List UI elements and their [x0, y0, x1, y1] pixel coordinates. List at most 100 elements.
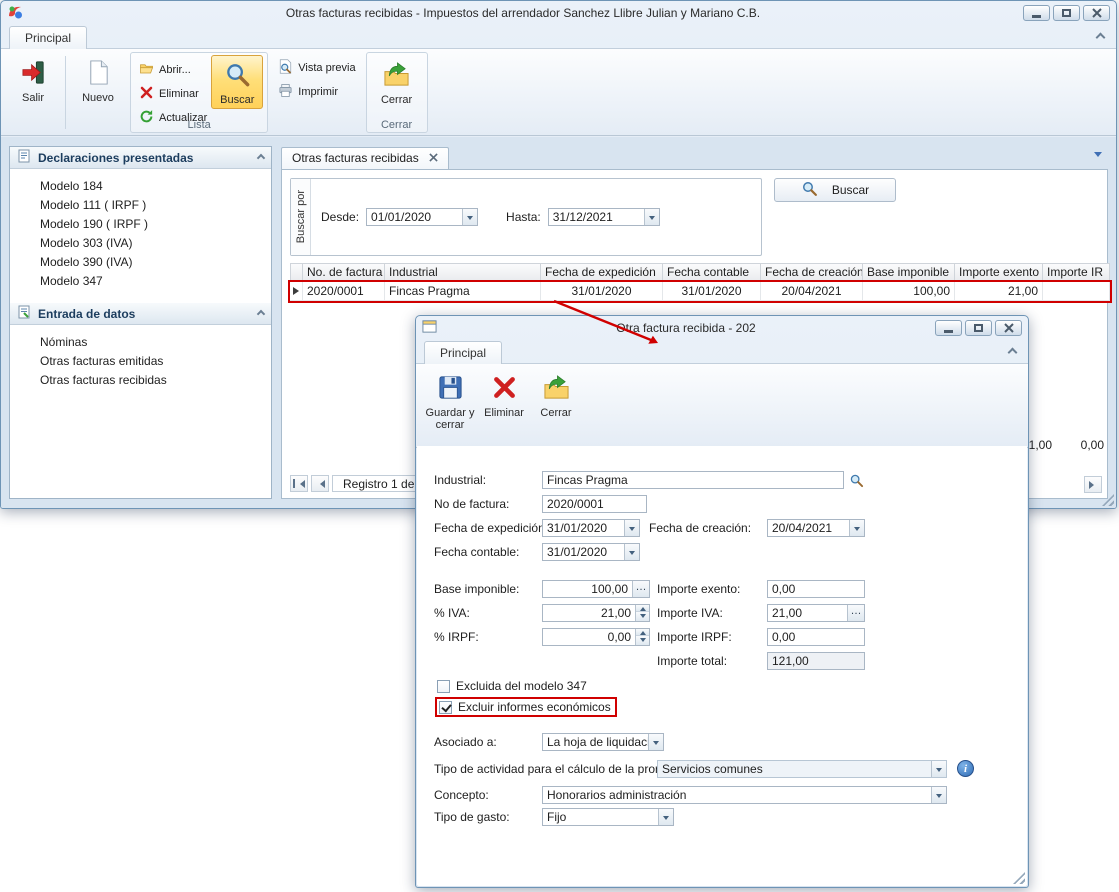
ellipsis-icon[interactable]: [847, 605, 864, 621]
ellipsis-icon[interactable]: [632, 581, 649, 597]
cell-fecha-contable[interactable]: 31/01/2020: [663, 282, 761, 301]
tab-list-dropdown-icon[interactable]: [1094, 152, 1102, 161]
cell-importe-exento[interactable]: 21,00: [955, 282, 1043, 301]
maximize-icon[interactable]: [965, 320, 992, 336]
sidebar-item-nominas[interactable]: Nóminas: [10, 333, 271, 352]
base-imponible-field[interactable]: 100,00: [542, 580, 650, 598]
column-header-industrial[interactable]: Industrial: [385, 263, 541, 282]
column-header-base-imponible[interactable]: Base imponible: [863, 263, 955, 282]
sidebar-item-otras-facturas-recibidas[interactable]: Otras facturas recibidas: [10, 371, 271, 390]
column-header-fecha-contable[interactable]: Fecha contable: [663, 263, 761, 282]
sidebar-section-declaraciones[interactable]: Declaraciones presentadas: [10, 147, 271, 169]
cell-fecha-expedicion[interactable]: 31/01/2020: [541, 282, 663, 301]
previous-record-button[interactable]: [311, 475, 329, 492]
imprimir-button[interactable]: Imprimir: [274, 82, 359, 102]
sidebar-item-modelo-390[interactable]: Modelo 390 (IVA): [10, 253, 271, 272]
cell-base-imponible[interactable]: 100,00: [863, 282, 955, 301]
chevron-down-icon[interactable]: [462, 209, 477, 225]
cerrar-label: Cerrar: [381, 94, 412, 106]
nuevo-button[interactable]: Nuevo: [72, 53, 124, 107]
main-window-title: Otras facturas recibidas - Impuestos del…: [29, 6, 1017, 20]
sidebar-item-modelo-184[interactable]: Modelo 184: [10, 177, 271, 196]
guardar-cerrar-button[interactable]: Guardar y cerrar: [422, 368, 478, 434]
fecha-creacion-combo[interactable]: 20/04/2021: [767, 519, 865, 537]
dialog-resize-grip[interactable]: [1013, 872, 1025, 884]
importe-irpf-field[interactable]: 0,00: [767, 628, 865, 646]
importe-exento-field[interactable]: 0,00: [767, 580, 865, 598]
ribbon-collapse-icon[interactable]: [1008, 348, 1018, 358]
column-header-no-factura[interactable]: No. de factura: [303, 263, 385, 282]
group-label-cerrar: Cerrar: [367, 119, 427, 131]
chevron-down-icon[interactable]: [624, 520, 639, 536]
industrial-field[interactable]: Fincas Pragma: [542, 471, 844, 489]
spinner-icon[interactable]: [635, 629, 649, 645]
scroll-right-button[interactable]: [1084, 476, 1102, 493]
buscar-button[interactable]: Buscar: [211, 55, 263, 109]
info-icon[interactable]: [957, 760, 974, 777]
tab-otras-facturas-recibidas[interactable]: Otras facturas recibidas: [281, 147, 449, 169]
checkbox-unchecked-icon[interactable]: [437, 680, 450, 693]
column-header-importe-ir[interactable]: Importe IR: [1043, 263, 1110, 282]
dialog-titlebar[interactable]: Otra factura recibida - 202: [416, 316, 1028, 340]
chevron-up-icon[interactable]: [257, 309, 265, 317]
column-header-importe-exento[interactable]: Importe exento: [955, 263, 1043, 282]
tipo-gasto-combo[interactable]: Fijo: [542, 808, 674, 826]
chevron-down-icon[interactable]: [849, 520, 864, 536]
sidebar-item-modelo-347[interactable]: Modelo 347: [10, 272, 271, 291]
chevron-down-icon[interactable]: [644, 209, 659, 225]
sidebar-item-otras-facturas-emitidas[interactable]: Otras facturas emitidas: [10, 352, 271, 371]
checkbox-checked-icon[interactable]: [439, 701, 452, 714]
buscar-grid-button[interactable]: Buscar: [774, 178, 896, 202]
chevron-up-icon[interactable]: [257, 153, 265, 161]
ribbon-collapse-icon[interactable]: [1096, 33, 1106, 43]
ribbon-group-lista: Abrir... Eliminar Actualizar: [130, 52, 268, 133]
no-factura-field[interactable]: 2020/0001: [542, 495, 647, 513]
fecha-expedicion-combo[interactable]: 31/01/2020: [542, 519, 640, 537]
chevron-down-icon[interactable]: [931, 787, 946, 803]
chevron-down-icon[interactable]: [648, 734, 663, 750]
abrir-button[interactable]: Abrir...: [135, 60, 211, 80]
maximize-icon[interactable]: [1053, 5, 1080, 21]
cell-no-factura[interactable]: 2020/0001: [303, 282, 385, 301]
fecha-contable-combo[interactable]: 31/01/2020: [542, 543, 640, 561]
column-header-fecha-expedicion[interactable]: Fecha de expedición: [541, 263, 663, 282]
cerrar-button[interactable]: Cerrar: [371, 55, 423, 109]
cell-importe-ir[interactable]: [1043, 282, 1110, 301]
industrial-search-icon[interactable]: [847, 471, 865, 489]
salir-button[interactable]: Salir: [7, 53, 59, 107]
minimize-icon[interactable]: [1023, 5, 1050, 21]
tab-principal[interactable]: Principal: [9, 26, 87, 49]
industrial-label: Industrial:: [434, 471, 486, 489]
asociado-combo[interactable]: La hoja de liquidación: [542, 733, 664, 751]
column-header-fecha-creacion[interactable]: Fecha de creación: [761, 263, 863, 282]
close-icon[interactable]: [1083, 5, 1110, 21]
sidebar-section-entrada[interactable]: Entrada de datos: [10, 303, 271, 325]
tab-close-icon[interactable]: [429, 151, 438, 165]
first-record-button[interactable]: [290, 475, 308, 492]
iva-field[interactable]: 21,00: [542, 604, 650, 622]
hasta-date-combo[interactable]: 31/12/2021: [548, 208, 660, 226]
sidebar-item-modelo-111[interactable]: Modelo 111 ( IRPF ): [10, 196, 271, 215]
eliminar-button[interactable]: Eliminar: [135, 84, 211, 104]
excluida-modelo-347-checkbox[interactable]: Excluida del modelo 347: [437, 677, 587, 695]
irpf-field[interactable]: 0,00: [542, 628, 650, 646]
concepto-combo[interactable]: Honorarios administración: [542, 786, 947, 804]
tab-principal[interactable]: Principal: [424, 341, 502, 364]
vista-previa-button[interactable]: Vista previa: [274, 58, 359, 78]
dialog-eliminar-button[interactable]: Eliminar: [478, 368, 530, 422]
desde-date-combo[interactable]: 01/01/2020: [366, 208, 478, 226]
dialog-cerrar-button[interactable]: Cerrar: [530, 368, 582, 422]
spinner-icon[interactable]: [635, 605, 649, 621]
importe-iva-field[interactable]: 21,00: [767, 604, 865, 622]
sidebar-item-modelo-190[interactable]: Modelo 190 ( IRPF ): [10, 215, 271, 234]
cell-fecha-creacion[interactable]: 20/04/2021: [761, 282, 863, 301]
chevron-down-icon[interactable]: [658, 809, 673, 825]
sidebar-item-modelo-303[interactable]: Modelo 303 (IVA): [10, 234, 271, 253]
minimize-icon[interactable]: [935, 320, 962, 336]
excluir-informes-checkbox[interactable]: Excluir informes económicos: [435, 698, 617, 716]
chevron-down-icon[interactable]: [624, 544, 639, 560]
table-row[interactable]: 2020/0001 Fincas Pragma 31/01/2020 31/01…: [290, 282, 1110, 301]
cell-industrial[interactable]: Fincas Pragma: [385, 282, 541, 301]
main-titlebar[interactable]: Otras facturas recibidas - Impuestos del…: [1, 1, 1116, 25]
close-icon[interactable]: [995, 320, 1022, 336]
